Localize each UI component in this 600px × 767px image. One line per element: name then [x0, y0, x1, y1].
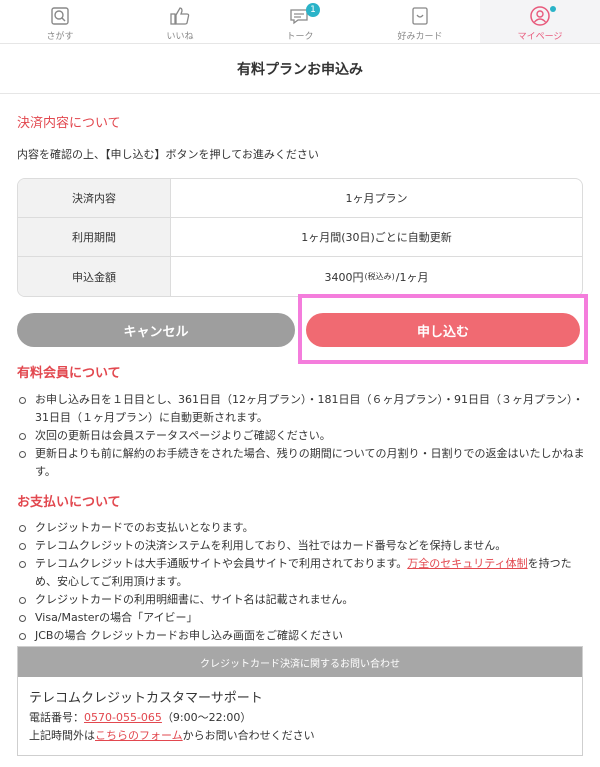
table-row: 利用期間 1ヶ月間(30日)ごとに自動更新 [18, 218, 582, 257]
talk-badge: 1 [306, 3, 320, 17]
payment-method-list: クレジットカードでのお支払いとなります。 テレコムクレジットの決済システムを利用… [17, 519, 587, 645]
tax-note: (税込み) [364, 272, 395, 281]
membership-list: お申し込み日を１日目とし、361日目（12ヶ月プラン）・181日目（６ヶ月プラン… [17, 391, 587, 481]
table-row: 決済内容 1ヶ月プラン [18, 179, 582, 218]
card-icon [409, 5, 431, 27]
contact-box: クレジットカード決済に関するお問い合わせ テレコムクレジットカスタマーサポート … [17, 646, 583, 756]
price-suffix: /1ヶ月 [395, 270, 429, 284]
tab-label: さがす [46, 32, 74, 42]
list-item: Visa/Masterの場合「アイビー」 [17, 609, 587, 627]
payment-heading: 決済内容について [17, 116, 121, 131]
list-item: クレジットカードの利用明細書に、サイト名は記載されません。 [17, 591, 587, 609]
row-key: 決済内容 [18, 179, 171, 217]
form-link[interactable]: こちらのフォーム [95, 729, 183, 742]
row-value: 1ヶ月プラン [345, 192, 408, 205]
user-icon [529, 5, 551, 27]
contact-form-line: 上記時間外はこちらのフォームからお問い合わせください [29, 727, 315, 743]
form-text: からお問い合わせください [182, 729, 315, 742]
contact-name: テレコムクレジットカスタマーサポート [29, 691, 263, 706]
tab-likes[interactable]: いいね [120, 0, 240, 43]
tel-link[interactable]: 0570-055-065 [84, 711, 162, 724]
notification-dot [550, 6, 556, 12]
list-item: JCBの場合 クレジットカードお申し込み画面をご確認ください [17, 627, 587, 645]
tab-label: マイページ [517, 32, 563, 42]
top-nav: さがす いいね 1 トーク 好みカード マイページ [0, 0, 600, 44]
page-title: 有料プランお申込み [0, 44, 600, 94]
row-value: 1ヶ月間(30日)ごとに自動更新 [301, 231, 452, 244]
tab-label: いいね [166, 32, 194, 42]
tab-search[interactable]: さがす [0, 0, 120, 43]
cancel-button[interactable]: キャンセル [17, 313, 295, 347]
list-item: お申し込み日を１日目とし、361日目（12ヶ月プラン）・181日目（６ヶ月プラン… [17, 391, 587, 427]
contact-header: クレジットカード決済に関するお問い合わせ [18, 647, 582, 677]
list-item: テレコムクレジットは大手通販サイトや会員サイトで利用されております。万全のセキュ… [17, 555, 587, 591]
tab-preference-card[interactable]: 好みカード [360, 0, 480, 43]
apply-button[interactable]: 申し込む [306, 313, 580, 347]
plan-table: 決済内容 1ヶ月プラン 利用期間 1ヶ月間(30日)ごとに自動更新 申込金額 3… [17, 178, 583, 297]
list-item: 更新日よりも前に解約のお手続きをされた場合、残りの期間についての月割り・日割りで… [17, 445, 587, 481]
item-text: テレコムクレジットは大手通販サイトや会員サイトで利用されております。 [35, 557, 408, 570]
payment-lead: 内容を確認の上、【申し込む】ボタンを押してお進みください [17, 148, 319, 161]
search-icon [49, 5, 71, 27]
contact-tel: 電話番号：0570-055-065（9:00〜22:00） [29, 709, 251, 725]
row-key: 利用期間 [18, 218, 171, 256]
tab-mypage[interactable]: マイページ [480, 0, 600, 43]
tel-label: 電話番号： [29, 711, 84, 724]
tab-label: 好みカード [397, 32, 443, 42]
table-row: 申込金額 3400円 (税込み) /1ヶ月 [18, 257, 582, 296]
price: 3400円 [324, 270, 364, 284]
list-item: クレジットカードでのお支払いとなります。 [17, 519, 587, 537]
form-text: 上記時間外は [29, 729, 95, 742]
list-item: テレコムクレジットの決済システムを利用しており、当社ではカード番号などを保持しま… [17, 537, 587, 555]
price-value: 3400円 (税込み) /1ヶ月 [171, 257, 582, 296]
tab-label: トーク [286, 32, 314, 42]
payment-method-heading: お支払いについて [17, 495, 121, 510]
tab-talk[interactable]: 1 トーク [240, 0, 360, 43]
list-item: 次回の更新日は会員ステータスページよりご確認ください。 [17, 427, 587, 445]
thumbs-up-icon [169, 5, 191, 27]
membership-heading: 有料会員について [17, 366, 121, 381]
security-link[interactable]: 万全のセキュリティ体制 [407, 557, 527, 570]
tel-hours: （9:00〜22:00） [161, 711, 252, 724]
row-key: 申込金額 [18, 257, 171, 296]
